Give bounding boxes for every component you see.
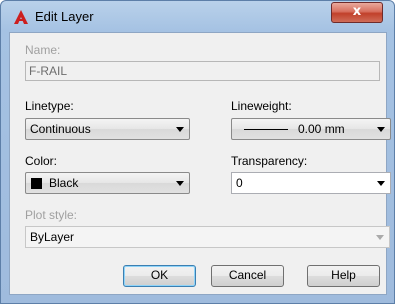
color-label: Color: (25, 154, 58, 168)
lineweight-value: 0.00 mm (298, 122, 345, 136)
color-value: Black (49, 176, 79, 190)
color-dropdown[interactable]: Black (25, 172, 190, 194)
transparency-label: Transparency: (231, 154, 308, 168)
close-icon: x (352, 4, 362, 19)
help-button[interactable]: Help (307, 265, 380, 287)
transparency-combobox[interactable]: 0 (231, 172, 391, 194)
linetype-dropdown[interactable]: Continuous (25, 118, 190, 140)
chevron-down-icon (176, 181, 184, 186)
name-value: F-RAIL (29, 64, 68, 78)
name-label: Name: (25, 43, 61, 57)
dialog-body: Name: F-RAIL Linetype: Continuous Linewe… (9, 32, 391, 295)
chevron-down-icon (376, 235, 384, 240)
linetype-label: Linetype: (25, 99, 74, 113)
chevron-down-icon (377, 181, 385, 186)
plot-style-dropdown: ByLayer (25, 226, 390, 248)
lineweight-label: Lineweight: (231, 99, 292, 113)
transparency-value: 0 (236, 176, 243, 190)
edit-layer-dialog: Edit Layer x Name: F-RAIL Linetype: Cont… (0, 0, 395, 304)
ok-button[interactable]: OK (123, 265, 196, 287)
plot-style-label: Plot style: (25, 208, 78, 222)
cancel-button[interactable]: Cancel (211, 265, 284, 287)
lineweight-sample-line (244, 129, 288, 130)
chevron-down-icon (377, 127, 385, 132)
title-bar[interactable]: Edit Layer x (1, 1, 394, 31)
close-button[interactable]: x (331, 2, 383, 23)
color-swatch (31, 178, 42, 189)
window-title: Edit Layer (35, 9, 94, 24)
plot-style-value: ByLayer (30, 230, 75, 244)
chevron-down-icon (176, 127, 184, 132)
lineweight-dropdown[interactable]: 0.00 mm (231, 118, 391, 140)
name-field: F-RAIL (25, 61, 380, 81)
autocad-a-icon (14, 10, 28, 24)
linetype-value: Continuous (30, 122, 91, 136)
